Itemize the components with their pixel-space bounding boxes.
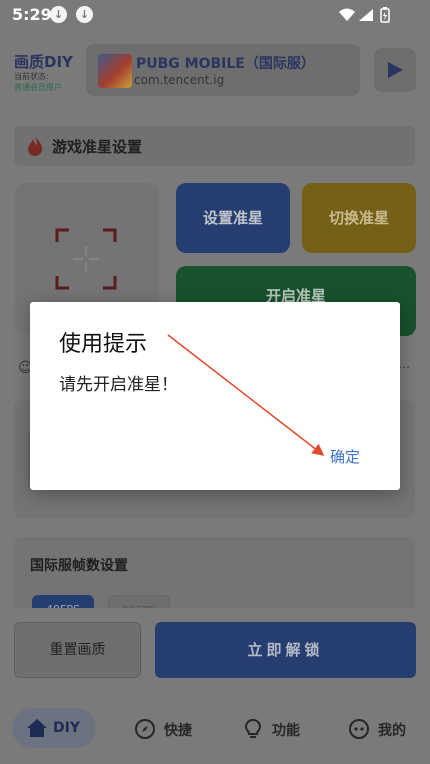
home-icon xyxy=(27,719,47,737)
lightbulb-icon xyxy=(244,718,262,738)
system-icons xyxy=(338,7,398,27)
annotation-arrow xyxy=(167,334,325,456)
flame-icon xyxy=(28,136,43,156)
status-label: 当前状态: xyxy=(14,72,49,81)
header: 画质DIY 当前状态: 普通会员用户 PUBG MOBILE（国际服） com.… xyxy=(0,30,430,102)
compass-icon xyxy=(135,719,155,739)
download-icon: ↓ xyxy=(76,6,93,23)
crosshair-section-header: 游戏准星设置 xyxy=(14,126,415,166)
switch-crosshair-button[interactable]: 切换准星 xyxy=(302,183,416,253)
tab-diy[interactable]: DIY xyxy=(12,708,96,748)
play-icon xyxy=(388,62,403,78)
clock: 5:29 xyxy=(12,5,52,24)
app-screen: 画质DIY 当前状态: 普通会员用户 PUBG MOBILE（国际服） com.… xyxy=(0,30,430,764)
game-name: PUBG MOBILE（国际服） xyxy=(136,56,315,72)
unlock-now-button[interactable]: 立即解锁 xyxy=(155,622,416,678)
usage-tip-dialog: 使用提示 请先开启准星！ 确定 xyxy=(30,302,400,490)
fps-section-title: 国际服帧数设置 xyxy=(30,558,128,574)
bottom-actions: 重置画质 立即解锁 xyxy=(0,608,430,688)
wifi-signal-battery-icon xyxy=(339,7,390,23)
tab-label: 功能 xyxy=(272,723,300,739)
app-logo-title: 画质DIY xyxy=(14,53,73,71)
reset-quality-button[interactable]: 重置画质 xyxy=(14,622,141,678)
set-crosshair-button[interactable]: 设置准星 xyxy=(176,183,290,253)
tab-label: 快捷 xyxy=(164,723,192,739)
status-bar: 5:29 ↓ ↓ xyxy=(0,0,430,30)
tab-quick[interactable]: 快捷 xyxy=(134,708,204,748)
section-title: 游戏准星设置 xyxy=(52,138,143,156)
tab-mine[interactable]: 我的 xyxy=(348,708,418,748)
profile-icon xyxy=(349,719,369,739)
status-value: 普通会员用户 xyxy=(14,83,62,92)
game-selector[interactable]: PUBG MOBILE（国际服） com.tencent.ig xyxy=(86,44,360,96)
game-package: com.tencent.ig xyxy=(134,73,225,87)
launch-game-button[interactable] xyxy=(374,48,416,92)
bottom-tab-bar: DIY 快捷 功能 我的 xyxy=(0,696,430,764)
game-icon xyxy=(98,54,132,88)
tab-label: DIY xyxy=(53,720,80,736)
download-icon: ↓ xyxy=(50,6,67,23)
member-status: 当前状态: 普通会员用户 xyxy=(14,71,62,93)
tab-label: 我的 xyxy=(378,723,406,739)
tab-function[interactable]: 功能 xyxy=(242,708,312,748)
crosshair-icon xyxy=(55,228,117,290)
